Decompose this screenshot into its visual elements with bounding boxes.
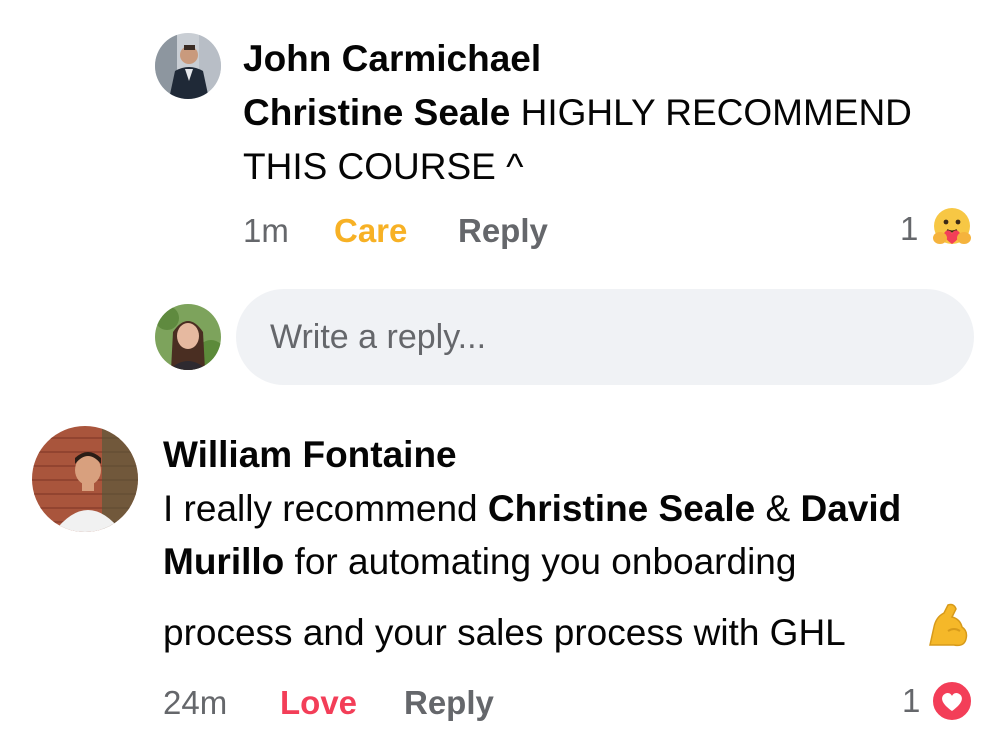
avatar[interactable] — [32, 426, 138, 532]
avatar[interactable] — [155, 304, 221, 370]
reaction-count[interactable]: 1 — [902, 684, 920, 717]
comment-timestamp[interactable]: 1m — [243, 214, 289, 247]
comment-text-line: Murillo for automating you onboarding — [163, 543, 796, 580]
reply-button[interactable]: Reply — [404, 686, 494, 719]
mention-link[interactable]: David — [800, 488, 901, 529]
comment-text-line: I really recommend Christine Seale & Dav… — [163, 490, 901, 527]
comment-text: HIGHLY RECOMMEND — [510, 92, 912, 133]
care-reaction-button[interactable]: Care — [334, 214, 407, 247]
comment-thread: John Carmichael Christine Seale HIGHLY R… — [0, 0, 1006, 733]
comment-text: & — [755, 488, 801, 529]
flexed-biceps-emoji — [924, 601, 972, 649]
reply-button[interactable]: Reply — [458, 214, 548, 247]
comment-text-line: process and your sales process with GHL — [163, 614, 846, 651]
reply-input-placeholder: Write a reply... — [270, 318, 487, 356]
avatar[interactable] — [155, 33, 221, 99]
comment-text-line: Christine Seale HIGHLY RECOMMEND — [243, 94, 912, 131]
care-reaction-icon[interactable] — [928, 204, 976, 252]
comment-timestamp[interactable]: 24m — [163, 686, 227, 719]
reaction-count[interactable]: 1 — [900, 212, 918, 245]
comment-author[interactable]: William Fontaine — [163, 436, 457, 473]
mention-link[interactable]: Christine Seale — [488, 488, 755, 529]
mention-link[interactable]: Murillo — [163, 541, 284, 582]
reply-input[interactable]: Write a reply... — [236, 289, 974, 385]
love-reaction-button[interactable]: Love — [280, 686, 357, 719]
comment-text: I really recommend — [163, 488, 488, 529]
mention-link[interactable]: Christine Seale — [243, 92, 510, 133]
comment-text: THIS COURSE ^ — [243, 146, 524, 187]
love-reaction-icon[interactable] — [930, 679, 974, 723]
comment-author[interactable]: John Carmichael — [243, 40, 541, 77]
comment-text: process and your sales process with GHL — [163, 612, 846, 653]
comment-text: for automating you onboarding — [284, 541, 797, 582]
